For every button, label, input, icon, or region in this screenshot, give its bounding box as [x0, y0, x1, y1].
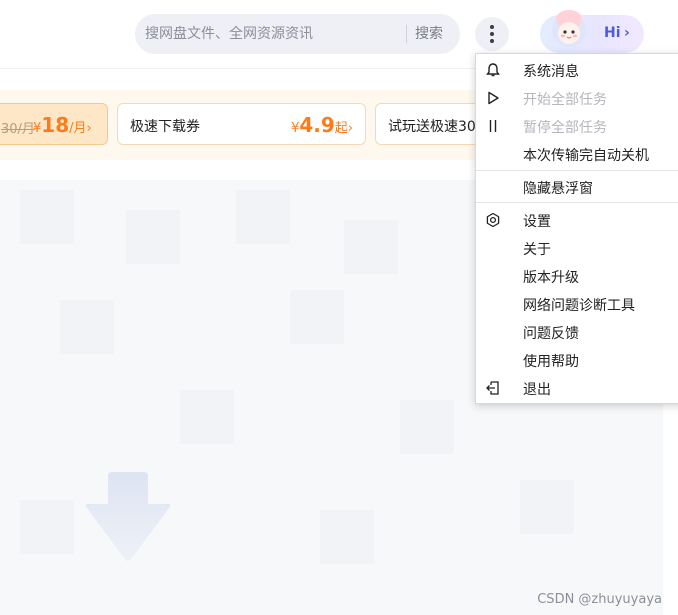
search-button[interactable]: 搜索: [415, 14, 443, 54]
offer-price: ¥18/月›: [33, 113, 92, 137]
menu-item-start-all-tasks[interactable]: 开始全部任务: [476, 84, 678, 112]
menu-item-exit[interactable]: 退出: [476, 374, 678, 402]
chevron-right-icon: ›: [347, 121, 353, 136]
original-price: 30/月: [1, 122, 35, 137]
menu-item-label: 设置: [523, 214, 551, 230]
skeleton-tile: [126, 210, 180, 264]
dot: [490, 25, 494, 29]
menu-item-label: 暂停全部任务: [523, 120, 607, 136]
skeleton-tile: [290, 290, 344, 344]
avatar[interactable]: [546, 6, 592, 52]
chevron-right-icon: ›: [624, 25, 630, 41]
skeleton-tile: [320, 510, 374, 564]
skeleton-tile: [60, 300, 114, 354]
menu-item-pause-all-tasks[interactable]: 暂停全部任务: [476, 112, 678, 140]
skeleton-tile: [344, 220, 398, 274]
hi-label[interactable]: Hi: [604, 25, 621, 41]
coupon-label: 极速下载券: [130, 119, 200, 135]
dot: [490, 32, 494, 36]
menu-item-label: 版本升级: [523, 270, 579, 286]
exit-icon: [486, 381, 499, 395]
chevron-right-icon: ›: [86, 121, 92, 136]
skeleton-tile: [20, 190, 74, 244]
menu-item-label: 隐藏悬浮窗: [523, 181, 593, 197]
play-icon: [488, 91, 499, 105]
menu-item-about[interactable]: 关于: [476, 234, 678, 262]
menu-item-help[interactable]: 使用帮助: [476, 346, 678, 374]
menu-item-label: 开始全部任务: [523, 92, 607, 108]
menu-item-label: 退出: [523, 382, 551, 398]
menu-item-label: 网络问题诊断工具: [523, 298, 635, 314]
menu-item-label: 使用帮助: [523, 354, 579, 370]
download-coupon-card[interactable]: 极速下载券 ¥4.9起›: [117, 103, 366, 145]
menu-item-network-diagnostics[interactable]: 网络问题诊断工具: [476, 290, 678, 318]
menu-item-label: 问题反馈: [523, 326, 579, 342]
trial-label: 试玩送极速30: [388, 119, 476, 135]
watermark: CSDN @zhuyuyaya: [537, 592, 662, 607]
menu-item-feedback[interactable]: 问题反馈: [476, 318, 678, 346]
skeleton-tile: [180, 390, 234, 444]
menu-item-hide-floating-window[interactable]: 隐藏悬浮窗: [476, 173, 678, 201]
search-input[interactable]: [135, 14, 415, 54]
skeleton-tile: [520, 480, 574, 534]
menu-divider: [476, 170, 678, 171]
menu-divider: [476, 202, 678, 203]
menu-item-system-messages[interactable]: 系统消息: [476, 56, 678, 84]
bell-icon: [486, 63, 500, 77]
menu-item-label: 本次传输完自动关机: [523, 148, 649, 164]
search-divider: [406, 25, 407, 43]
skeleton-tile: [236, 190, 290, 244]
menu-item-settings[interactable]: 设置: [476, 206, 678, 234]
dot: [490, 39, 494, 43]
menu-item-auto-shutdown[interactable]: 本次传输完自动关机: [476, 140, 678, 168]
settings-dropdown-menu: 系统消息 开始全部任务 暂停全部任务 本次传输完自动关机 隐藏悬浮窗 设置 关于…: [475, 53, 678, 404]
skeleton-tile: [400, 400, 454, 454]
coupon-price: ¥4.9起›: [291, 113, 353, 137]
vip-offer-card[interactable]: 30/月 ¥18/月›: [0, 103, 108, 145]
more-options-button[interactable]: [475, 17, 509, 51]
menu-item-version-upgrade[interactable]: 版本升级: [476, 262, 678, 290]
pause-icon: [489, 120, 497, 132]
gear-icon: [486, 212, 500, 228]
skeleton-tile: [20, 500, 74, 554]
menu-item-label: 系统消息: [523, 64, 579, 80]
download-arrow-icon: [85, 472, 171, 561]
search-bar: 搜索: [135, 14, 460, 54]
menu-item-label: 关于: [523, 242, 551, 258]
